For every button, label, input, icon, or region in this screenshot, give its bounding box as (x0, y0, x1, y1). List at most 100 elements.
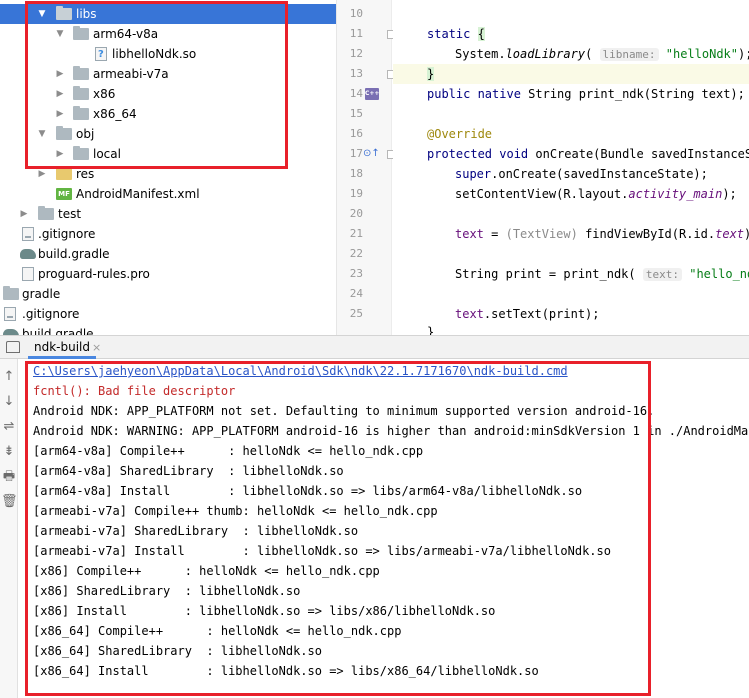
console-toolbar: ↑ ↓ ⇌ ⇟ 🖶 🗑 (0, 359, 18, 698)
parameter-hint: text: (642, 268, 682, 281)
console-line: [x86_64] SharedLibrary : libhelloNdk.so (33, 644, 322, 658)
tree-item-armeabi-v7a[interactable]: ▶ armeabi-v7a (0, 64, 336, 84)
tree-item-gitignore-root[interactable]: .gitignore (0, 304, 336, 324)
tree-item-build-gradle[interactable]: build.gradle (0, 244, 336, 264)
folder-icon (73, 106, 89, 120)
field-name: text (715, 227, 745, 241)
tree-item-label: arm64-v8a (93, 27, 159, 41)
expand-arrow-icon[interactable]: ▼ (54, 24, 66, 44)
tree-item-label: x86_64 (93, 107, 137, 121)
print-icon[interactable]: 🖶 (1, 469, 17, 485)
tree-item-label: .gitignore (22, 307, 80, 321)
expand-arrow-icon[interactable]: ▶ (36, 164, 48, 184)
tree-item-label: armeabi-v7a (93, 67, 169, 81)
tree-item-label: test (58, 207, 82, 221)
expand-arrow-icon[interactable]: ▶ (54, 144, 66, 164)
expand-arrow-icon[interactable]: ▼ (36, 4, 48, 24)
tab-ndk-build[interactable]: ndk-build (28, 336, 97, 359)
code-line-25: text.setText(print); (455, 304, 600, 324)
console-line: [x86_64] Compile++ : helloNdk <= hello_n… (33, 624, 402, 638)
line-number: 19 (349, 187, 363, 200)
tree-item-label: x86 (93, 87, 116, 101)
tool-window-tabbar: ndk-build × (0, 335, 749, 359)
resource-folder-icon (56, 166, 72, 180)
brace: { (477, 27, 485, 41)
tree-item-build-gradle-root[interactable]: build.gradle (0, 324, 336, 335)
brace: } (427, 325, 435, 335)
folder-icon (3, 286, 19, 300)
tree-item-test[interactable]: ▶ test (0, 204, 336, 224)
line-number: 14 (349, 87, 363, 100)
console-error-line: fcntl(): Bad file descriptor (33, 384, 236, 398)
console-line: [arm64-v8a] Compile++ : helloNdk <= hell… (33, 444, 424, 458)
scroll-up-icon[interactable]: ↑ (1, 369, 17, 385)
project-tree: ▼ libs ▼ arm64-v8a libhelloNdk.so ▶ arme… (0, 0, 337, 335)
code-line-11: static { (427, 24, 485, 44)
tree-item-local[interactable]: ▶ local (0, 144, 336, 164)
scroll-to-end-icon[interactable]: ⇟ (1, 444, 17, 460)
clear-icon[interactable]: 🗑 (1, 494, 18, 510)
tree-item-label: local (93, 147, 121, 161)
cast-token: (TextView) (505, 227, 578, 241)
folder-icon (73, 146, 89, 160)
code-line-19: setContentView(R.layout.activity_main); (455, 184, 737, 204)
tree-item-gradle[interactable]: gradle (0, 284, 336, 304)
code-token: ); (738, 47, 749, 61)
line-number: 13 (349, 67, 363, 80)
code-line-12: System.loadLibrary( libname: "helloNdk")… (455, 44, 749, 64)
soft-wrap-icon[interactable]: ⇌ (1, 419, 17, 435)
line-number: 12 (349, 47, 363, 60)
code-editor[interactable]: static { System.loadLibrary( libname: "h… (393, 0, 749, 335)
console-line: [arm64-v8a] Install : libhelloNdk.so => … (33, 484, 583, 498)
line-number: 15 (349, 107, 363, 120)
tree-item-label: AndroidManifest.xml (76, 187, 200, 201)
tree-item-x86_64[interactable]: ▶ x86_64 (0, 104, 336, 124)
tree-item-label: build.gradle (38, 247, 110, 261)
tree-item-res[interactable]: ▶ res (0, 164, 336, 184)
tree-item-label: obj (76, 127, 95, 141)
keyword: protected void (427, 147, 529, 161)
expand-arrow-icon[interactable]: ▼ (36, 124, 48, 144)
expand-arrow-icon[interactable]: ▶ (54, 84, 66, 104)
expand-arrow-icon[interactable]: ▶ (18, 204, 30, 224)
field-name: text (455, 227, 484, 241)
folder-icon (38, 206, 54, 220)
code-token: ( (585, 47, 593, 61)
scroll-down-icon[interactable]: ↓ (1, 394, 17, 410)
cpp-native-icon[interactable]: C++ (365, 88, 379, 100)
close-icon[interactable]: × (92, 336, 101, 359)
brace: } (427, 67, 435, 81)
tree-item-androidmanifest[interactable]: MF AndroidManifest.xml (0, 184, 336, 204)
annotation: @Override (427, 127, 493, 141)
tree-item-label: libhelloNdk.so (112, 47, 197, 61)
console-link[interactable]: C:\Users\jaehyeon\AppData\Local\Android\… (33, 361, 568, 381)
console-line: Android NDK: WARNING: APP_PLATFORM andro… (33, 424, 749, 438)
tree-item-arm64-v8a[interactable]: ▼ arm64-v8a (0, 24, 336, 44)
tree-item-x86[interactable]: ▶ x86 (0, 84, 336, 104)
tree-item-libs[interactable]: ▼ libs (0, 4, 336, 24)
manifest-icon: MF (56, 188, 72, 200)
code-token: .onCreate(savedInstanceState); (491, 167, 708, 181)
tree-item-label: libs (76, 7, 97, 21)
line-number: 16 (349, 127, 363, 140)
tree-item-obj[interactable]: ▼ obj (0, 124, 336, 144)
tree-item-label: gradle (22, 287, 61, 301)
keyword: super (455, 167, 492, 181)
console-line: [arm64-v8a] SharedLibrary : libhelloNdk.… (33, 464, 344, 478)
override-marker-icon[interactable]: ⊙↑ (363, 148, 380, 160)
expand-arrow-icon[interactable]: ▶ (54, 64, 66, 84)
tree-item-libhellondk-so[interactable]: libhelloNdk.so (0, 44, 336, 65)
line-number: 23 (349, 267, 363, 280)
build-console[interactable]: C:\Users\jaehyeon\AppData\Local\Android\… (18, 359, 749, 698)
code-token: onCreate(Bundle savedInstanceSt (528, 147, 749, 161)
expand-arrow-icon[interactable]: ▶ (54, 104, 66, 124)
line-number: 10 (349, 7, 363, 20)
code-token: setContentView(R.layout. (455, 187, 629, 201)
tree-item-label: res (76, 167, 95, 181)
code-token: System. (455, 47, 506, 61)
tree-item-proguard-rules[interactable]: proguard-rules.pro (0, 264, 336, 284)
editor-gutter: 10 11 12 13 14 15 16 17 18 19 20 21 22 2… (337, 0, 396, 335)
tree-item-gitignore[interactable]: .gitignore (0, 224, 336, 244)
gitignore-file-icon (4, 307, 16, 321)
code-token: ); (744, 227, 749, 241)
